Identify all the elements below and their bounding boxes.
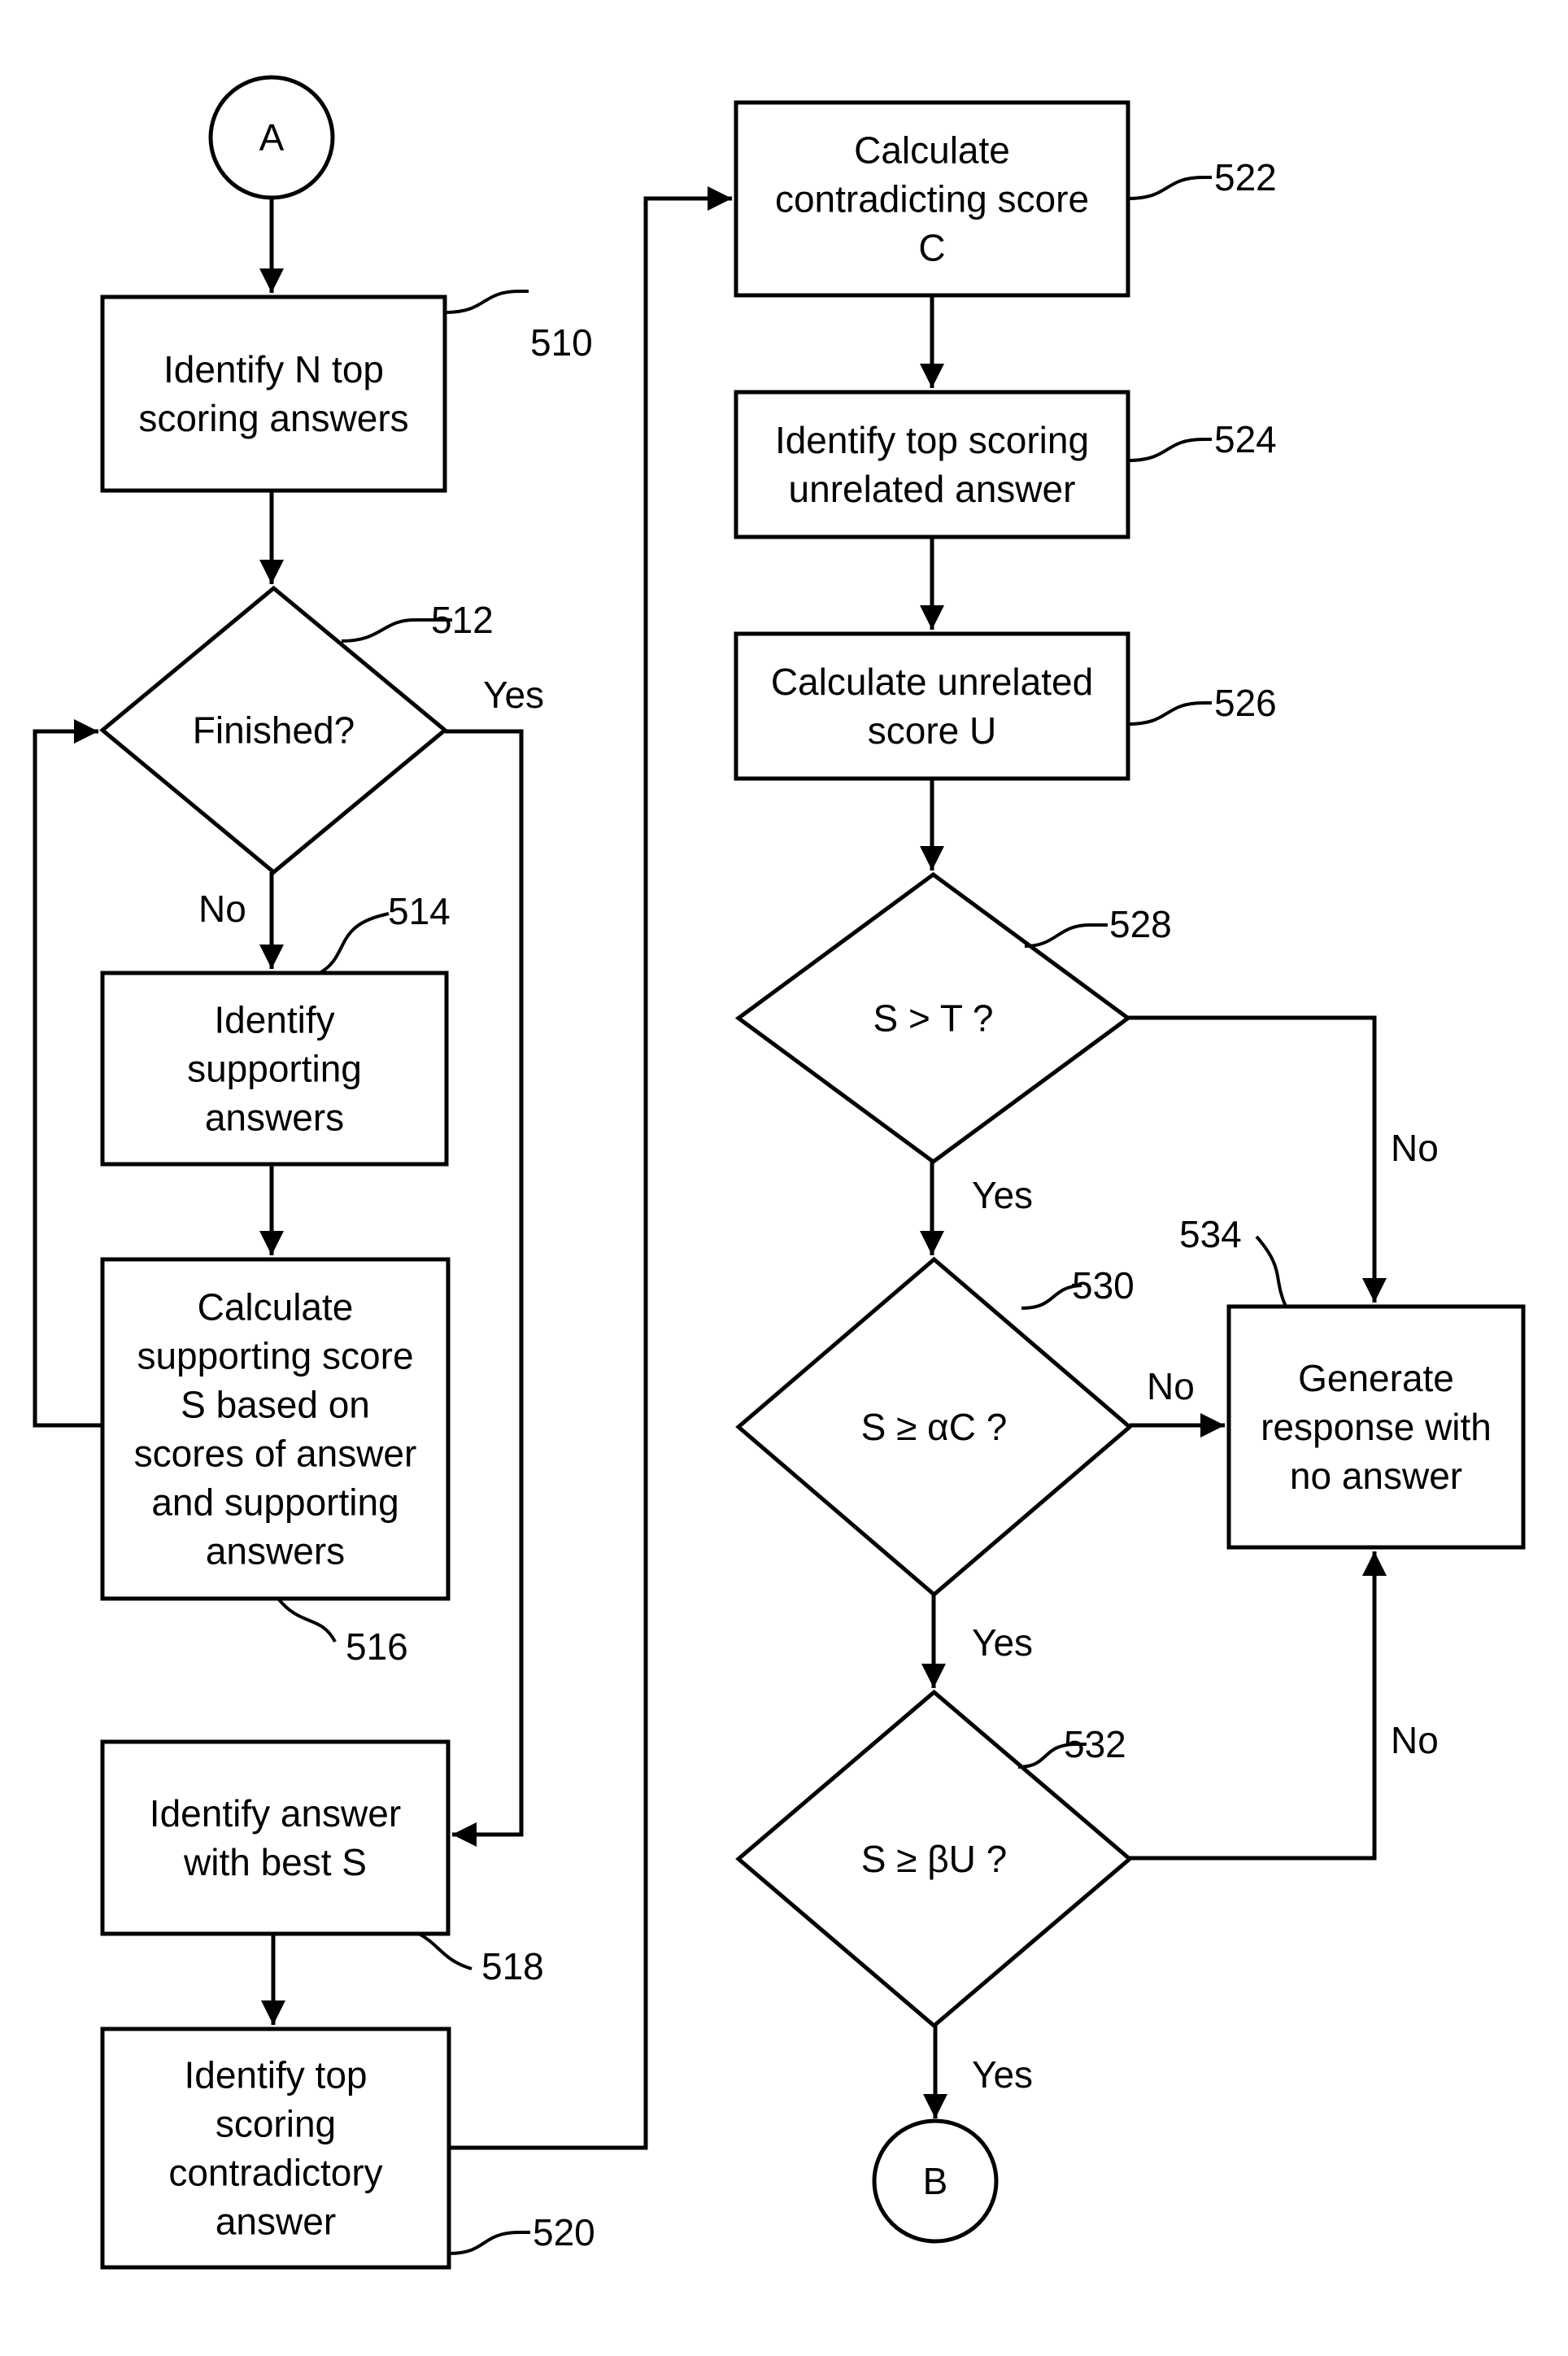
node-524-text-line: Identify top scoring (775, 419, 1089, 461)
label-530-no: No (1147, 1365, 1195, 1407)
node-530-text-line: S ≥ αC ? (861, 1406, 1008, 1448)
ref-numeral-520: 520 (533, 2211, 595, 2253)
ref-numeral-526: 526 (1214, 682, 1277, 724)
edge-528-534-no (1128, 1015, 1387, 1302)
node-522: Calculate contradicting score C 522 (734, 100, 1277, 298)
node-512: Finished? 512 (99, 585, 494, 875)
node-518-text-line: Identify answer (150, 1792, 401, 1835)
node-516-text-line: S based on (181, 1384, 370, 1426)
process-box-518 (100, 1739, 451, 1936)
label-528-yes: Yes (972, 1174, 1033, 1216)
label-532-yes: Yes (972, 2053, 1033, 2096)
ref-leader-516 (277, 1597, 337, 1643)
node-524-text-line: unrelated answer (789, 468, 1076, 510)
node-514-text-line: Identify (214, 999, 334, 1041)
node-514: Identify supporting answers 514 (100, 890, 451, 1167)
ref-numeral-524: 524 (1214, 418, 1277, 460)
ref-leader-526 (1127, 701, 1212, 726)
ref-numeral-518: 518 (481, 1945, 544, 1987)
node-516-text-line: scores of answer (134, 1433, 417, 1475)
nodes: Identify N top scoring answers 510 Finished… (99, 100, 1526, 2270)
ref-numeral-516: 516 (346, 1625, 408, 1668)
node-510-text-line: Identify N top (163, 348, 384, 390)
ref-leader-528 (1024, 923, 1108, 948)
label-528-no: No (1391, 1127, 1439, 1169)
node-528: S > T ? 528 (734, 871, 1172, 1165)
ref-leader-522 (1127, 176, 1212, 200)
node-530: S ≥ αC ? 530 (735, 1256, 1135, 1598)
label-530-yes: Yes (972, 1621, 1033, 1664)
end-connector-b: B (872, 2118, 999, 2244)
node-520-text-line: scoring (216, 2103, 336, 2145)
node-522-text-line: C (918, 227, 945, 269)
node-520-text-line: contradictory (168, 2152, 382, 2194)
node-524: Identify top scoring unrelated answer 524 (734, 390, 1277, 539)
edge-520-522 (449, 186, 732, 2150)
edge-532-534-no (1130, 1551, 1387, 1861)
process-box-510 (100, 294, 447, 493)
node-526-text-line: score U (868, 709, 996, 752)
ref-leader-520 (448, 2231, 530, 2255)
node-518: Identify answer with best S 518 (100, 1739, 544, 1987)
node-522-text-line: Calculate (854, 129, 1010, 172)
start-connector-a: A (208, 75, 335, 200)
node-518-text-line: with best S (183, 1841, 367, 1883)
ref-leader-510 (444, 290, 529, 314)
connector-a-label: A (259, 116, 285, 159)
flowchart: A Yes No Yes No No Yes No Yes Identify N… (33, 75, 1526, 2270)
connector-b-label: B (923, 2160, 948, 2202)
node-516-text-line: answers (206, 1530, 345, 1573)
node-516-text-line: supporting score (137, 1335, 413, 1377)
ref-numeral-512: 512 (431, 599, 494, 641)
node-510-text-line: scoring answers (138, 397, 408, 439)
node-516-text-line: Calculate (198, 1286, 354, 1329)
node-522-text-line: contradicting score (775, 178, 1089, 220)
ref-numeral-528: 528 (1109, 903, 1172, 945)
ref-leader-518 (418, 1932, 473, 1970)
ref-leader-524 (1127, 438, 1212, 462)
label-512-yes: Yes (483, 674, 544, 716)
label-512-no: No (198, 888, 246, 930)
node-534-text-line: Generate (1298, 1357, 1454, 1399)
node-528-text-line: S > T ? (873, 997, 994, 1040)
node-526: Calculate unrelated score U 526 (734, 631, 1277, 781)
node-516: Calculate supporting score S based on score… (100, 1257, 451, 1668)
ref-numeral-534: 534 (1179, 1213, 1242, 1255)
label-532-no: No (1391, 1719, 1439, 1761)
ref-numeral-530: 530 (1072, 1264, 1135, 1307)
node-532-text-line: S ≥ βU ? (861, 1838, 1008, 1880)
ref-numeral-510: 510 (530, 321, 593, 364)
node-516-text-line: and supporting (151, 1481, 399, 1524)
node-514-text-line: supporting (187, 1048, 362, 1090)
node-512-text-line: Finished? (193, 709, 355, 752)
process-box-524 (734, 390, 1130, 539)
ref-numeral-532: 532 (1064, 1723, 1126, 1765)
node-534: Generate response with no answer 534 (1179, 1213, 1526, 1550)
ref-numeral-522: 522 (1214, 156, 1277, 199)
node-510: Identify N top scoring answers 510 (100, 290, 593, 493)
ref-leader-514 (318, 912, 390, 975)
edge-512-518-yes (445, 729, 524, 1847)
node-532: S ≥ βU ? 532 (735, 1689, 1133, 2029)
node-534-text-line: response with (1261, 1406, 1492, 1448)
node-520-text-line: Identify top (184, 2054, 367, 2096)
ref-leader-534 (1255, 1235, 1287, 1307)
node-520-text-line: answer (216, 2201, 336, 2243)
node-514-text-line: answers (205, 1097, 344, 1139)
node-534-text-line: no answer (1290, 1455, 1462, 1497)
edge-516-512-loop (33, 719, 102, 1428)
ref-numeral-514: 514 (388, 890, 451, 932)
process-box-526 (734, 631, 1130, 781)
node-526-text-line: Calculate unrelated (771, 661, 1093, 703)
